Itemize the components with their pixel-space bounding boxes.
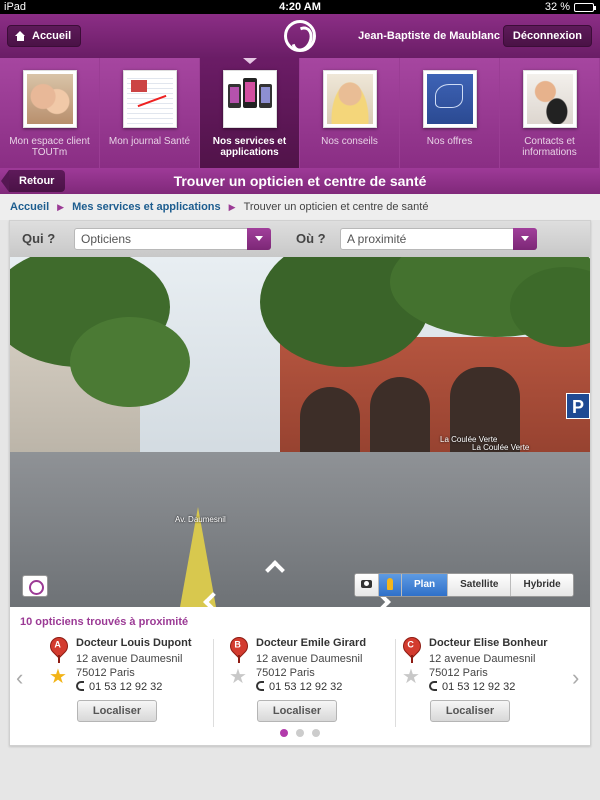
where-label: Où ? bbox=[296, 231, 326, 246]
woman-photo-icon bbox=[322, 70, 377, 128]
map-type-plan[interactable]: Plan bbox=[401, 574, 448, 596]
favorite-star-icon[interactable]: ★ bbox=[402, 667, 420, 687]
user-name: Jean-Baptiste de Maublanc bbox=[358, 30, 500, 42]
status-time: 4:20 AM bbox=[279, 1, 321, 13]
where-select[interactable]: A proximité bbox=[340, 228, 537, 250]
status-bar: iPad 4:20 AM 32 % bbox=[0, 0, 600, 14]
smartphones-icon bbox=[222, 70, 277, 128]
nav-tile-label: Nos offres bbox=[426, 136, 473, 147]
search-panel: Qui ? Opticiens Où ? A proximité P Av. D… bbox=[9, 220, 591, 746]
localiser-button[interactable]: Localiser bbox=[430, 700, 510, 722]
family-photo-icon bbox=[22, 70, 77, 128]
nav-tile-label: Nos services et applications bbox=[212, 136, 287, 158]
nav-tile-espace-client[interactable]: Mon espace client TOUTm bbox=[0, 58, 100, 168]
logout-button[interactable]: Déconnexion bbox=[502, 25, 592, 47]
carousel-pagination bbox=[10, 729, 590, 737]
result-address: 12 avenue Daumesnil 75012 Paris bbox=[429, 653, 536, 679]
page-title: Trouver un opticien et centre de santé bbox=[173, 173, 427, 189]
pagination-dot[interactable] bbox=[280, 729, 288, 737]
drawing-icon bbox=[422, 70, 477, 128]
nav-tile-offres[interactable]: Nos offres bbox=[400, 58, 500, 168]
home-button[interactable]: Accueil bbox=[7, 25, 82, 47]
chevron-down-icon bbox=[513, 228, 537, 250]
place-label: La Coulée Verte bbox=[472, 443, 530, 452]
favorite-star-icon[interactable]: ★ bbox=[229, 667, 247, 687]
pagination-dot[interactable] bbox=[312, 729, 320, 737]
result-card: A ★ Docteur Louis Dupont 12 avenue Daume… bbox=[46, 633, 228, 729]
result-phone[interactable]: 01 53 12 92 32 bbox=[429, 681, 515, 693]
home-icon bbox=[15, 31, 26, 41]
battery-icon bbox=[574, 2, 596, 12]
camera-icon bbox=[361, 580, 372, 589]
breadcrumb: Accueil ▶ Mes services et applications ▶… bbox=[0, 194, 600, 220]
nav-tile-contacts-informations[interactable]: Contacts et informations bbox=[500, 58, 600, 168]
street-label: Av. Daumesnil bbox=[175, 515, 226, 524]
localiser-button[interactable]: Localiser bbox=[77, 700, 157, 722]
battery-status: 32 % bbox=[544, 0, 596, 14]
phone-icon bbox=[76, 681, 84, 691]
nav-tile-label: Mon espace client TOUTm bbox=[9, 136, 90, 158]
breadcrumb-current: Trouver un opticien et centre de santé bbox=[243, 201, 429, 213]
result-card: C ★ Docteur Elise Bonheur 12 avenue Daum… bbox=[399, 633, 581, 729]
main-navigation: Mon espace client TOUTm Mon journal Sant… bbox=[0, 58, 600, 168]
nav-tile-services-applications[interactable]: Nos services et applications bbox=[200, 58, 300, 168]
result-card: B ★ Docteur Emile Girard 12 avenue Daume… bbox=[226, 633, 408, 729]
breadcrumb-separator-icon: ▶ bbox=[57, 202, 65, 212]
street-view-photo-button[interactable] bbox=[355, 574, 378, 596]
result-address: 12 avenue Daumesnil 75012 Paris bbox=[256, 653, 363, 679]
phone-icon bbox=[256, 681, 264, 691]
localiser-button[interactable]: Localiser bbox=[257, 700, 337, 722]
nav-tile-conseils[interactable]: Nos conseils bbox=[300, 58, 400, 168]
brand-logo-icon[interactable] bbox=[284, 20, 316, 52]
nav-tile-journal-sante[interactable]: Mon journal Santé bbox=[100, 58, 200, 168]
pagination-dot[interactable] bbox=[296, 729, 304, 737]
street-view-pegman-button[interactable] bbox=[378, 574, 401, 596]
who-select-value: Opticiens bbox=[81, 232, 132, 246]
map-type-control: Plan Satellite Hybride bbox=[354, 573, 574, 597]
home-button-label: Accueil bbox=[32, 30, 72, 42]
locate-me-button[interactable] bbox=[22, 575, 48, 597]
phone-icon bbox=[429, 681, 437, 691]
map-type-hybride[interactable]: Hybride bbox=[510, 574, 573, 596]
who-label: Qui ? bbox=[22, 231, 56, 246]
nav-tile-label: Nos conseils bbox=[321, 136, 378, 147]
street-view-map[interactable]: P Av. Daumesnil La Coulée Verte La Coulé… bbox=[10, 257, 590, 607]
result-address: 12 avenue Daumesnil 75012 Paris bbox=[76, 653, 183, 679]
carousel-prev-icon[interactable]: ‹ bbox=[16, 666, 30, 690]
battery-percent: 32 % bbox=[544, 1, 570, 13]
pegman-icon bbox=[387, 578, 393, 591]
breadcrumb-link-accueil[interactable]: Accueil bbox=[10, 194, 49, 220]
result-name: Docteur Elise Bonheur bbox=[429, 637, 548, 649]
where-select-value: A proximité bbox=[347, 232, 407, 246]
map-type-satellite[interactable]: Satellite bbox=[447, 574, 511, 596]
results-count: 10 opticiens trouvés à proximité bbox=[20, 616, 189, 628]
journal-icon bbox=[122, 70, 177, 128]
page-title-bar: Retour Trouver un opticien et centre de … bbox=[0, 168, 600, 194]
result-name: Docteur Louis Dupont bbox=[76, 637, 192, 649]
result-phone[interactable]: 01 53 12 92 32 bbox=[256, 681, 342, 693]
parking-sign: P bbox=[566, 393, 590, 419]
breadcrumb-link-services[interactable]: Mes services et applications bbox=[72, 194, 221, 220]
who-select[interactable]: Opticiens bbox=[74, 228, 271, 250]
result-name: Docteur Emile Girard bbox=[256, 637, 367, 649]
app-header: Accueil Jean-Baptiste de Maublanc Déconn… bbox=[0, 14, 600, 58]
result-phone[interactable]: 01 53 12 92 32 bbox=[76, 681, 162, 693]
breadcrumb-separator-icon: ▶ bbox=[228, 202, 236, 212]
favorite-star-icon[interactable]: ★ bbox=[49, 667, 67, 687]
chevron-down-icon bbox=[247, 228, 271, 250]
nav-tile-label: Contacts et informations bbox=[522, 136, 577, 158]
search-filters: Qui ? Opticiens Où ? A proximité bbox=[10, 221, 590, 257]
nav-tile-label: Mon journal Santé bbox=[108, 136, 191, 147]
phone-call-photo-icon bbox=[522, 70, 577, 128]
